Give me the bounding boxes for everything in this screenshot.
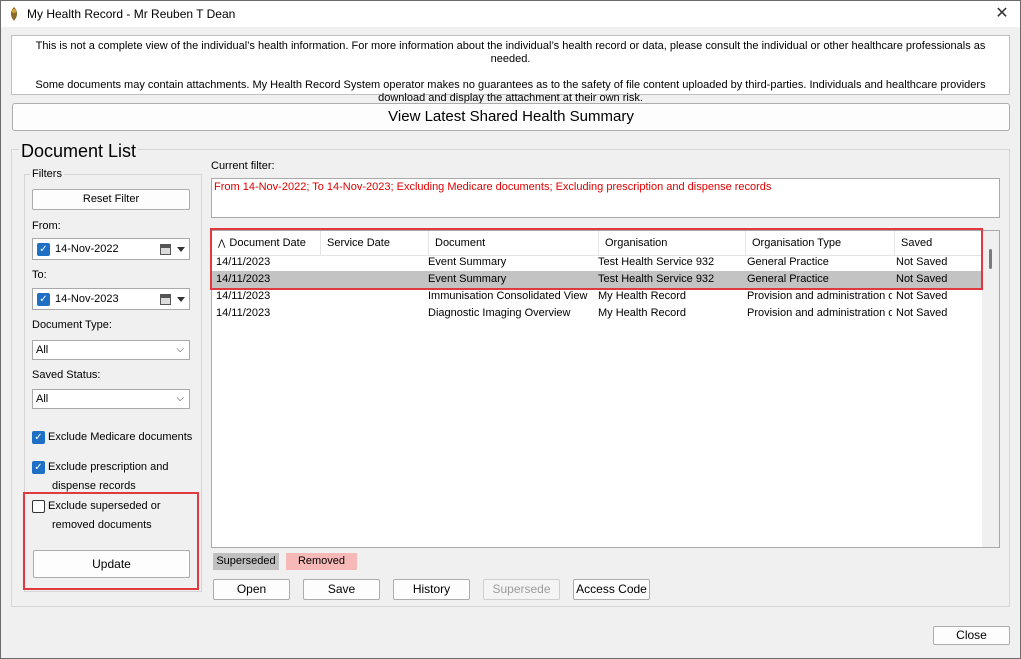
cell-organisation: Test Health Service 932: [598, 273, 715, 285]
calendar-icon[interactable]: [160, 294, 171, 305]
to-date-value: 14-Nov-2023: [55, 293, 119, 305]
cell-document: Event Summary: [428, 256, 507, 268]
to-label: To:: [32, 269, 47, 281]
column-header-organisation[interactable]: Organisation: [599, 231, 746, 256]
chevron-down-icon: ⌵: [176, 344, 184, 355]
exclude-prescription-checkbox[interactable]: ✓: [32, 461, 45, 474]
cell-organisation: My Health Record: [598, 290, 687, 302]
current-filter-label: Current filter:: [211, 160, 275, 172]
column-header-saved[interactable]: Saved: [895, 231, 984, 256]
cell-saved: Not Saved: [896, 290, 948, 302]
document-type-label: Document Type:: [32, 319, 112, 331]
from-date-picker[interactable]: ✓ 14-Nov-2022: [32, 238, 190, 260]
document-list-title: Document List: [19, 141, 139, 162]
app-logo-icon: [10, 7, 18, 21]
cell-document-date: 14/11/2023: [216, 273, 271, 285]
cell-organisation-type: General Practice: [747, 256, 829, 268]
legend-superseded: Superseded: [213, 553, 279, 570]
table-row[interactable]: 14/11/2023 Event Summary Test Health Ser…: [212, 271, 984, 288]
calendar-icon[interactable]: [160, 244, 171, 255]
exclude-medicare-checkbox[interactable]: ✓: [32, 431, 45, 444]
table-row[interactable]: 14/11/2023 Diagnostic Imaging Overview M…: [212, 305, 984, 322]
document-type-value: All: [36, 344, 49, 356]
from-date-checkbox[interactable]: ✓: [37, 243, 50, 256]
cell-organisation: Test Health Service 932: [598, 256, 715, 268]
disclaimer-line-1: This is not a complete view of the indiv…: [35, 40, 986, 65]
cell-organisation-type: General Practice: [747, 273, 829, 285]
saved-status-label: Saved Status:: [32, 369, 101, 381]
close-button[interactable]: Close: [933, 626, 1010, 645]
column-header-document-date[interactable]: ⋀ Document Date: [212, 231, 321, 256]
disclaimer-line-2: Some documents may contain attachments. …: [35, 79, 986, 104]
save-button[interactable]: Save: [303, 579, 380, 600]
column-header-service-date[interactable]: Service Date: [321, 231, 429, 256]
open-button[interactable]: Open: [213, 579, 290, 600]
cell-document: Diagnostic Imaging Overview: [428, 307, 571, 319]
saved-status-select[interactable]: All ⌵: [32, 389, 190, 409]
cell-document-date: 14/11/2023: [216, 256, 271, 268]
column-header-organisation-type[interactable]: Organisation Type: [746, 231, 895, 256]
dropdown-arrow-icon[interactable]: [177, 247, 185, 252]
legend-removed: Removed: [286, 553, 357, 570]
document-type-select[interactable]: All ⌵: [32, 340, 190, 360]
grid-header: ⋀ Document Date Service Date Document Org…: [212, 231, 984, 256]
table-row[interactable]: 14/11/2023 Event Summary Test Health Ser…: [212, 254, 984, 271]
document-grid[interactable]: ⋀ Document Date Service Date Document Org…: [211, 230, 1000, 548]
cell-organisation-type: Provision and administration of public: [747, 290, 892, 302]
dropdown-arrow-icon[interactable]: [177, 297, 185, 302]
history-button[interactable]: History: [393, 579, 470, 600]
exclude-medicare-label[interactable]: Exclude Medicare documents: [48, 431, 192, 443]
cell-service-date: [321, 271, 429, 288]
cell-service-date: [321, 288, 429, 305]
cell-saved: Not Saved: [896, 307, 948, 319]
exclude-superseded-checkbox[interactable]: [32, 500, 45, 513]
cell-service-date: [321, 254, 429, 271]
sort-ascending-icon: ⋀: [218, 238, 226, 248]
to-date-checkbox[interactable]: ✓: [37, 293, 50, 306]
chevron-down-icon: ⌵: [176, 393, 184, 404]
disclaimer-panel: This is not a complete view of the indiv…: [11, 35, 1010, 104]
reset-filter-button[interactable]: Reset Filter: [32, 189, 190, 210]
to-date-picker[interactable]: ✓ 14-Nov-2023: [32, 288, 190, 310]
exclude-superseded-label[interactable]: Exclude superseded or: [48, 500, 161, 512]
main-window: My Health Record - Mr Reuben T Dean ✕ Th…: [0, 0, 1021, 659]
filters-title: Filters: [30, 168, 64, 180]
cell-service-date: [321, 305, 429, 322]
view-shared-health-summary-button[interactable]: View Latest Shared Health Summary: [12, 103, 1010, 131]
cell-saved: Not Saved: [896, 273, 948, 285]
cell-saved: Not Saved: [896, 256, 948, 268]
current-filter-text: From 14-Nov-2022; To 14-Nov-2023; Exclud…: [214, 181, 772, 193]
saved-status-value: All: [36, 393, 49, 405]
window-close-icon[interactable]: ✕: [992, 4, 1012, 24]
cell-organisation-type: Provision and administration of public: [747, 307, 892, 319]
vertical-scrollbar[interactable]: [982, 231, 999, 547]
supersede-button[interactable]: Supersede: [483, 579, 560, 600]
cell-document-date: 14/11/2023: [216, 307, 271, 319]
cell-document: Immunisation Consolidated View: [428, 290, 588, 302]
column-header-document[interactable]: Document: [429, 231, 599, 256]
exclude-superseded-label-line2[interactable]: removed documents: [52, 519, 152, 531]
cell-organisation: My Health Record: [598, 307, 687, 319]
cell-document-date: 14/11/2023: [216, 290, 271, 302]
update-button[interactable]: Update: [33, 550, 190, 578]
from-date-value: 14-Nov-2022: [55, 243, 119, 255]
scrollbar-thumb[interactable]: [989, 249, 992, 269]
current-filter-box: From 14-Nov-2022; To 14-Nov-2023; Exclud…: [211, 178, 1000, 218]
exclude-prescription-label[interactable]: Exclude prescription and: [48, 461, 168, 473]
cell-document: Event Summary: [428, 273, 507, 285]
table-row[interactable]: 14/11/2023 Immunisation Consolidated Vie…: [212, 288, 984, 305]
window-title: My Health Record - Mr Reuben T Dean: [27, 7, 236, 21]
title-bar: My Health Record - Mr Reuben T Dean ✕: [1, 1, 1020, 27]
from-label: From:: [32, 220, 61, 232]
access-code-button[interactable]: Access Code: [573, 579, 650, 600]
exclude-prescription-label-line2[interactable]: dispense records: [52, 480, 136, 492]
